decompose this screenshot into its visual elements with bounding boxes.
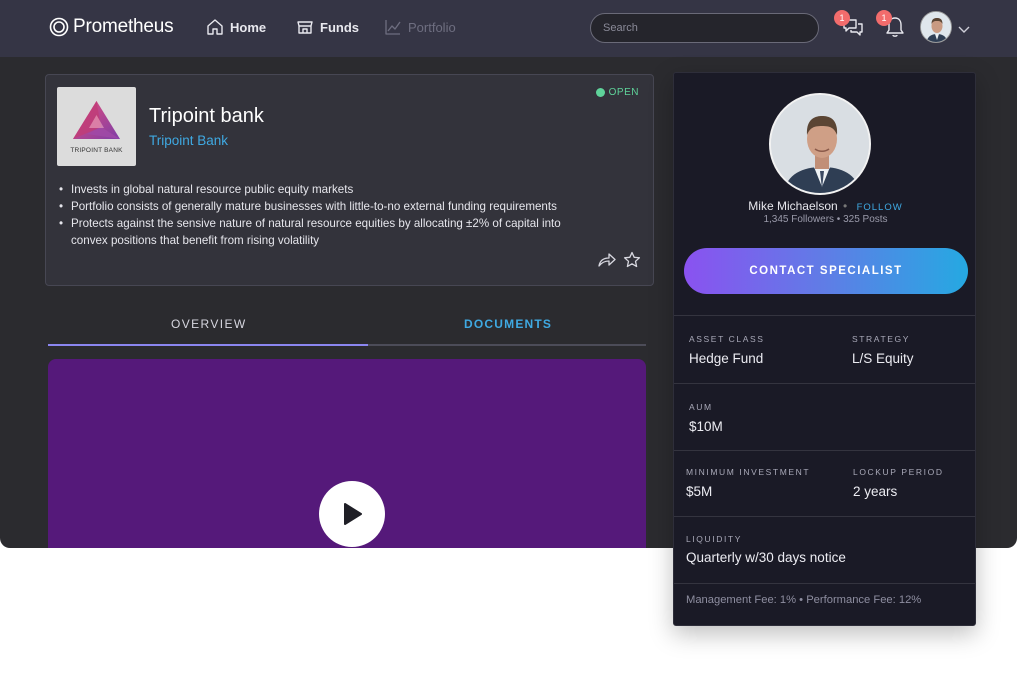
fund-highlight-item: Protects against the sensive nature of n… — [59, 215, 579, 249]
specialist-stats: 1,345 Followers • 325 Posts — [763, 214, 888, 225]
search-input[interactable] — [590, 13, 819, 43]
star-icon — [623, 251, 641, 268]
fund-status-text: OPEN — [608, 87, 639, 98]
fund-summary-card: TRIPOINT BANK Tripoint bank Tripoint Ban… — [45, 74, 654, 286]
account-menu-toggle[interactable] — [958, 22, 970, 33]
follow-button[interactable]: FOLLOW — [857, 202, 903, 213]
status-dot-icon — [595, 88, 605, 97]
strategy-value: L/S Equity — [852, 351, 914, 366]
specialist-name-row: Mike Michaelson • FOLLOW — [674, 199, 977, 213]
fund-title: Tripoint bank — [149, 105, 264, 127]
home-icon — [206, 18, 224, 36]
specialist-name: Mike Michaelson — [748, 199, 838, 213]
video-player[interactable] — [48, 359, 646, 548]
fees-text: Management Fee: 1% • Performance Fee: 12… — [686, 594, 922, 606]
play-icon — [344, 503, 362, 525]
liquidity-label: LIQUIDITY — [686, 534, 742, 544]
separator-dot: • — [843, 199, 848, 213]
contact-specialist-button[interactable]: CONTACT SPECIALIST — [684, 248, 968, 294]
share-arrow-icon — [598, 253, 616, 267]
minimum-investment-value: $5M — [686, 484, 713, 499]
app-name: Prometheus — [73, 16, 174, 37]
fund-manager-link[interactable]: Tripoint Bank — [149, 133, 228, 148]
minimum-investment-label: MINIMUM INVESTMENT — [686, 467, 811, 477]
store-icon — [296, 18, 314, 36]
fund-highlight-item: Portfolio consists of generally mature b… — [59, 198, 579, 215]
user-photo-icon — [921, 12, 951, 42]
chevron-down-icon — [958, 26, 970, 33]
nav-funds[interactable]: Funds — [296, 18, 359, 36]
lockup-period-label: LOCKUP PERIOD — [853, 467, 944, 477]
fund-highlight-item: Invests in global natural resource publi… — [59, 181, 579, 198]
active-tab-indicator — [48, 344, 368, 346]
nav-home-label: Home — [230, 19, 267, 35]
fund-card-actions — [597, 251, 641, 269]
details-row-liquidity: LIQUIDITY Quarterly w/30 days notice — [674, 516, 975, 583]
specialist-panel: Mike Michaelson • FOLLOW 1,345 Followers… — [673, 72, 976, 626]
fund-status-badge: OPEN — [595, 87, 639, 98]
fund-highlights-list: Invests in global natural resource publi… — [59, 181, 579, 249]
strategy-label: STRATEGY — [852, 334, 910, 344]
fund-logo: TRIPOINT BANK — [57, 87, 136, 166]
lockup-period-value: 2 years — [853, 484, 898, 499]
tab-documents[interactable]: DOCUMENTS — [464, 317, 552, 331]
aum-value: $10M — [689, 419, 723, 434]
notifications-badge: 1 — [876, 10, 892, 26]
asset-class-value: Hedge Fund — [689, 351, 764, 366]
asset-class-label: ASSET CLASS — [689, 334, 765, 344]
chart-line-icon — [384, 18, 402, 36]
details-row-aum: AUM $10M — [674, 383, 975, 450]
share-button[interactable] — [597, 251, 617, 269]
play-button[interactable] — [319, 481, 385, 547]
nav-portfolio[interactable]: Portfolio — [384, 18, 456, 36]
fund-logo-text: TRIPOINT BANK — [70, 147, 123, 154]
details-row-class-strategy: ASSET CLASS Hedge Fund STRATEGY L/S Equi… — [674, 315, 975, 383]
prometheus-logo-icon — [49, 17, 69, 37]
nav-funds-label: Funds — [320, 19, 359, 35]
liquidity-value: Quarterly w/30 days notice — [686, 550, 846, 565]
specialist-photo-icon — [771, 95, 869, 193]
app-logo[interactable]: Prometheus — [49, 16, 174, 38]
notifications-button[interactable]: 1 — [876, 10, 908, 40]
specialist-avatar — [769, 93, 871, 195]
user-avatar[interactable] — [920, 11, 952, 43]
details-row-investment-lockup: MINIMUM INVESTMENT $5M LOCKUP PERIOD 2 y… — [674, 450, 975, 516]
details-row-fees: Management Fee: 1% • Performance Fee: 12… — [674, 583, 975, 625]
nav-portfolio-label: Portfolio — [408, 19, 456, 35]
messages-badge: 1 — [834, 10, 850, 26]
aum-label: AUM — [689, 402, 713, 412]
tab-overview[interactable]: OVERVIEW — [171, 317, 247, 331]
favorite-button[interactable] — [623, 251, 641, 269]
top-navigation-bar: Prometheus Home Funds Portfolio Search 1… — [0, 0, 1017, 57]
fund-tabs: OVERVIEW DOCUMENTS — [48, 310, 646, 346]
tripoint-logo-icon — [73, 101, 120, 139]
messages-button[interactable]: 1 — [834, 10, 866, 40]
nav-home[interactable]: Home — [206, 18, 266, 36]
